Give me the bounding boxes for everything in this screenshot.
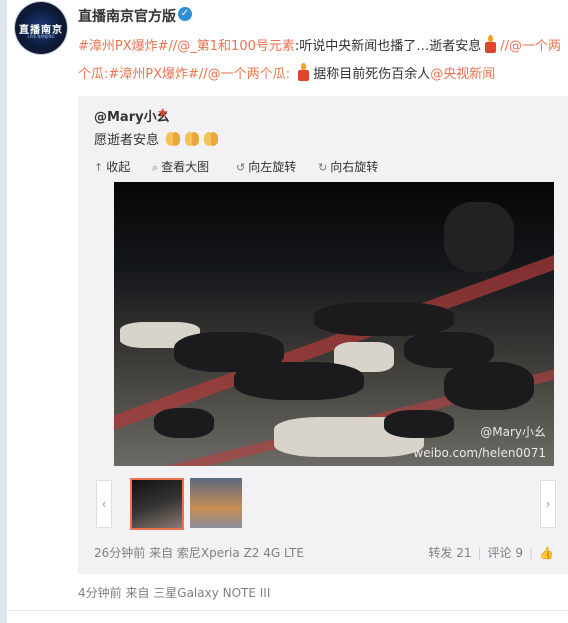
post-source-meta[interactable]: 4分钟前 来自 三星Galaxy NOTE III	[78, 584, 270, 601]
rotate-right-label: 向右旋转	[330, 160, 379, 174]
photo-watermark: @Mary小幺	[480, 425, 546, 439]
view-large-button[interactable]: ⌕ 查看大图	[152, 158, 209, 175]
rotate-right-icon: ↻	[318, 161, 328, 174]
collapse-button[interactable]: ↑ 收起	[94, 158, 130, 175]
thumbnail-1[interactable]	[130, 478, 184, 530]
left-border-strip	[0, 0, 7, 623]
candle-icon	[483, 35, 498, 53]
praying-hands-icon	[183, 130, 201, 147]
magnifier-icon: ⌕	[152, 161, 159, 174]
collapse-label: 收起	[106, 160, 131, 174]
chevron-left-icon: ‹	[101, 497, 107, 511]
next-image-button[interactable]: ›	[540, 480, 556, 528]
post-text-line-2: 个瓜:#漳州PX爆炸#//@一个两个瓜: 据称目前死伤百余人@央视新闻	[78, 61, 568, 89]
rotate-left-label: 向左旋转	[248, 160, 297, 174]
candle-icon	[296, 63, 311, 81]
photo-detail	[444, 362, 534, 410]
rotate-right-button[interactable]: ↻ 向右旋转	[318, 158, 378, 175]
photo-detail	[234, 362, 364, 400]
prev-image-button[interactable]: ‹	[96, 480, 112, 528]
photo-detail	[154, 408, 214, 438]
thumbnail-2[interactable]	[190, 478, 242, 528]
post-text-line-1: #漳州PX爆炸#//@_第1和100号元素:听说中央新闻也播了…逝者安息 //@一…	[78, 33, 568, 61]
thumbnail-strip: ‹ ›	[96, 476, 556, 532]
view-large-label: 查看大图	[161, 160, 210, 174]
divider	[7, 610, 568, 611]
photo-detail	[384, 410, 454, 438]
repost-source-meta[interactable]: 26分钟前 来自 索尼Xperia Z2 4G LTE	[94, 544, 304, 561]
post-text: #漳州PX爆炸#//@_第1和100号元素:听说中央新闻也播了…逝者安息 //@一…	[78, 33, 568, 89]
rotate-left-button[interactable]: ↺ 向左旋转	[236, 158, 296, 175]
mention-link[interactable]: @央视新闻	[430, 67, 495, 82]
rotate-left-icon: ↺	[236, 161, 246, 174]
post-text-fragment: 据称目前死伤百余人	[313, 67, 431, 82]
photo-watermark-url: weibo.com/helen0071	[413, 446, 546, 460]
thumbs-up-icon[interactable]: 👍	[539, 546, 554, 560]
repost-text: 愿逝者安息	[94, 129, 220, 148]
verified-badge-icon: ✓	[178, 7, 192, 21]
photo-detail	[444, 202, 514, 272]
post-text-fragment: :听说中央新闻也播了…逝者安息	[294, 39, 482, 54]
avatar-logo-subtext: LIVE NANJING	[27, 34, 55, 39]
author-name[interactable]: 直播南京官方版	[78, 6, 176, 26]
arrow-up-icon: ↑	[94, 161, 104, 174]
main-photo[interactable]: @Mary小幺 weibo.com/helen0071	[114, 182, 554, 466]
hashtag-link[interactable]: 个瓜:#漳州PX爆炸#//@一个两个瓜:	[78, 67, 290, 82]
hashtag-link[interactable]: #漳州PX爆炸#//@_第1和100号元素	[78, 39, 295, 54]
repost-actions: 转发 21 | 评论 9 | 👍	[428, 546, 554, 560]
repost-count-button[interactable]: 转发 21	[428, 546, 471, 560]
mention-link[interactable]: //@一个两	[500, 39, 561, 54]
praying-hands-icon	[164, 130, 182, 147]
star-badge-icon: ★	[157, 106, 169, 121]
comment-count-button[interactable]: 评论 9	[488, 546, 523, 560]
repost-text-content: 愿逝者安息	[94, 133, 160, 148]
photo-detail	[314, 302, 454, 336]
author-avatar[interactable]: 直播南京 LIVE NANJING	[15, 2, 67, 54]
chevron-right-icon: ›	[545, 497, 551, 511]
reposted-weibo-panel: @Mary小幺 ★ 愿逝者安息 ↑ 收起 ⌕ 查看大图 ↺ 向左旋转 ↻ 向右旋转 @M…	[78, 96, 568, 574]
praying-hands-icon	[202, 130, 220, 147]
